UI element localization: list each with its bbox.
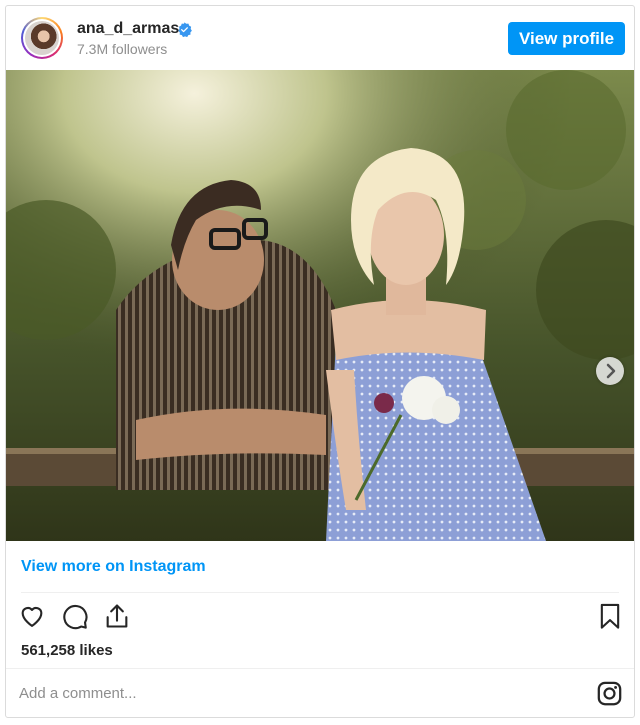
username[interactable]: ana_d_armas (77, 20, 179, 38)
divider (6, 668, 634, 669)
followers-count: 7.3M followers (77, 41, 168, 57)
divider (21, 592, 619, 593)
avatar-image (25, 21, 59, 55)
view-more-on-instagram-link[interactable]: View more on Instagram (21, 558, 206, 576)
post-image[interactable] (6, 70, 634, 541)
post-header: ana_d_armas 7.3M followers View profile (6, 6, 634, 72)
share-icon[interactable] (103, 602, 131, 630)
next-slide-button[interactable] (596, 357, 624, 385)
heart-icon[interactable] (18, 602, 46, 630)
post-photo (6, 70, 634, 541)
verified-badge-icon (178, 22, 192, 37)
likes-count: 561,258 likes (21, 642, 113, 659)
view-profile-button[interactable]: View profile (508, 22, 625, 55)
bookmark-icon[interactable] (596, 602, 624, 630)
avatar[interactable] (21, 17, 63, 59)
instagram-embed-card: ana_d_armas 7.3M followers View profile (5, 5, 635, 718)
comment-input[interactable]: Add a comment... (19, 685, 137, 702)
comment-icon[interactable] (61, 602, 89, 630)
chevron-right-icon (606, 363, 616, 379)
instagram-icon[interactable] (596, 680, 623, 707)
